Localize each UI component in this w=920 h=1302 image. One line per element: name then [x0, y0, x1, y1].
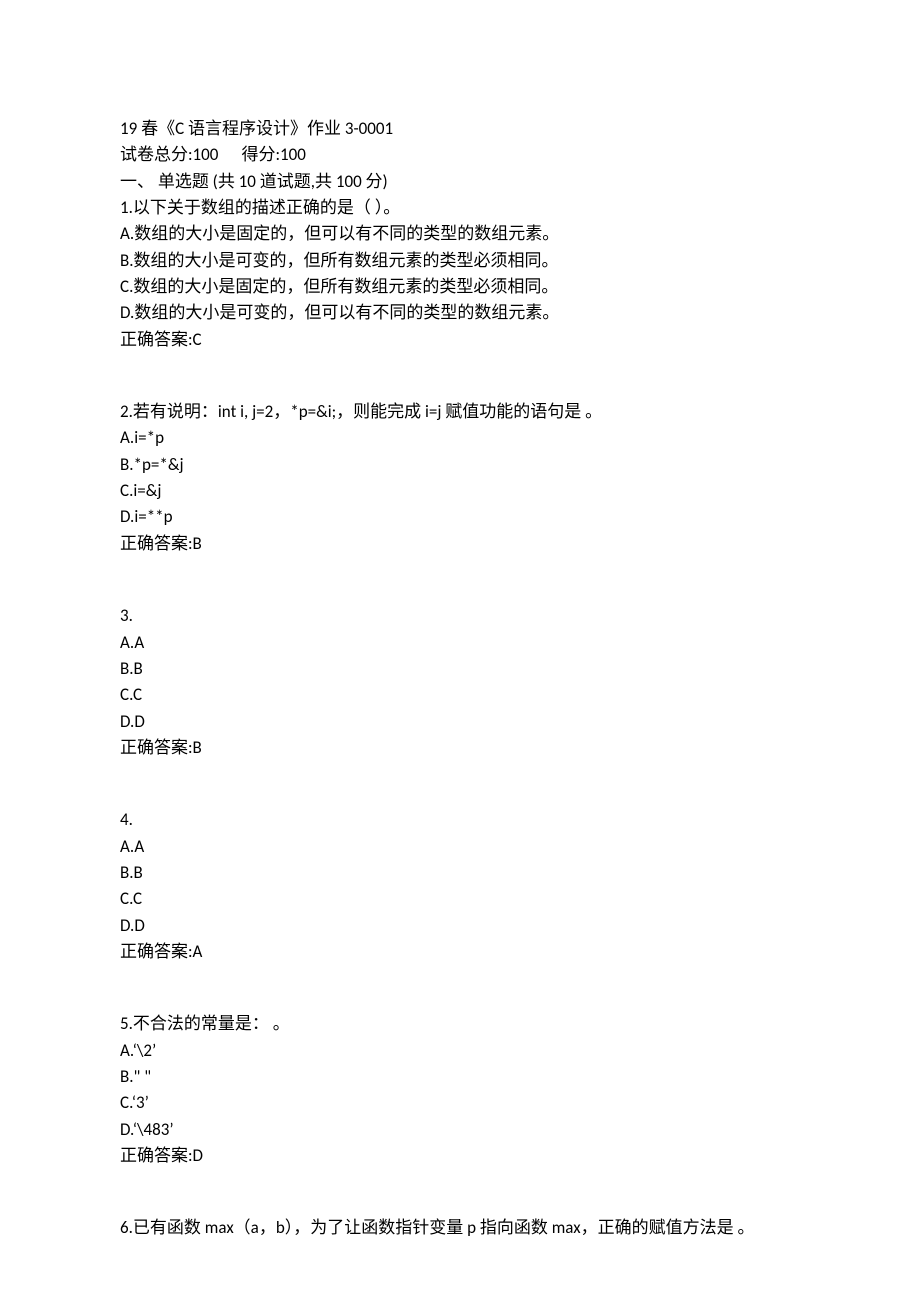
question-option: A.数组的大小是固定的，但可以有不同的类型的数组元素。 — [120, 221, 800, 247]
question-block: 3.A.AB.BC.CD.D正确答案:B — [120, 603, 800, 761]
question-option: D.D — [120, 913, 800, 939]
question-stem: 3. — [120, 603, 800, 629]
question-stem: 5.不合法的常量是： 。 — [120, 1011, 800, 1037]
question-option: B." " — [120, 1064, 800, 1090]
question-option: B.B — [120, 656, 800, 682]
question-option: D.‘\483’ — [120, 1117, 800, 1143]
question-option: C.‘3’ — [120, 1090, 800, 1116]
document-page: 19 春《C 语言程序设计》作业 3-0001 试卷总分:100 得分:100 … — [0, 0, 920, 1302]
question-option: C.C — [120, 682, 800, 708]
question-stem: 6.已有函数 max（a，b），为了让函数指针变量 p 指向函数 max，正确的… — [120, 1215, 800, 1241]
question-block: 5.不合法的常量是： 。A.‘\2’B." "C.‘3’D.‘\483’正确答案… — [120, 1011, 800, 1169]
question-stem: 2.若有说明：int i, j=2，*p=&i;，则能完成 i=j 赋值功能的语… — [120, 399, 800, 425]
score-line: 试卷总分:100 得分:100 — [120, 142, 800, 168]
question-option: D.D — [120, 709, 800, 735]
question-answer: 正确答案:C — [120, 327, 800, 353]
question-stem: 1.以下关于数组的描述正确的是（ ）。 — [120, 195, 800, 221]
question-option: B.*p=*&j — [120, 452, 800, 478]
question-option: A.A — [120, 630, 800, 656]
question-option: C.C — [120, 886, 800, 912]
question-block: 6.已有函数 max（a，b），为了让函数指针变量 p 指向函数 max，正确的… — [120, 1215, 800, 1241]
question-option: D.数组的大小是可变的，但可以有不同的类型的数组元素。 — [120, 300, 800, 326]
question-answer: 正确答案:D — [120, 1143, 800, 1169]
question-stem: 4. — [120, 807, 800, 833]
question-option: B.B — [120, 860, 800, 886]
question-option: A.i=*p — [120, 425, 800, 451]
questions-container: 2.若有说明：int i, j=2，*p=&i;，则能完成 i=j 赋值功能的语… — [120, 399, 800, 1242]
question-option: A.‘\2’ — [120, 1038, 800, 1064]
question-option: C.数组的大小是固定的，但所有数组元素的类型必须相同。 — [120, 274, 800, 300]
question-option: C.i=&j — [120, 478, 800, 504]
question-answer: 正确答案:B — [120, 531, 800, 557]
doc-title: 19 春《C 语言程序设计》作业 3-0001 — [120, 116, 800, 142]
question-option: B.数组的大小是可变的，但所有数组元素的类型必须相同。 — [120, 248, 800, 274]
header-block: 19 春《C 语言程序设计》作业 3-0001 试卷总分:100 得分:100 … — [120, 116, 800, 353]
question-block: 2.若有说明：int i, j=2，*p=&i;，则能完成 i=j 赋值功能的语… — [120, 399, 800, 557]
question-option: A.A — [120, 834, 800, 860]
question-answer: 正确答案:B — [120, 735, 800, 761]
section-line: 一、 单选题 (共 10 道试题,共 100 分) — [120, 169, 800, 195]
question-answer: 正确答案:A — [120, 939, 800, 965]
question-block: 4.A.AB.BC.CD.D正确答案:A — [120, 807, 800, 965]
question-option: D.i=**p — [120, 504, 800, 530]
